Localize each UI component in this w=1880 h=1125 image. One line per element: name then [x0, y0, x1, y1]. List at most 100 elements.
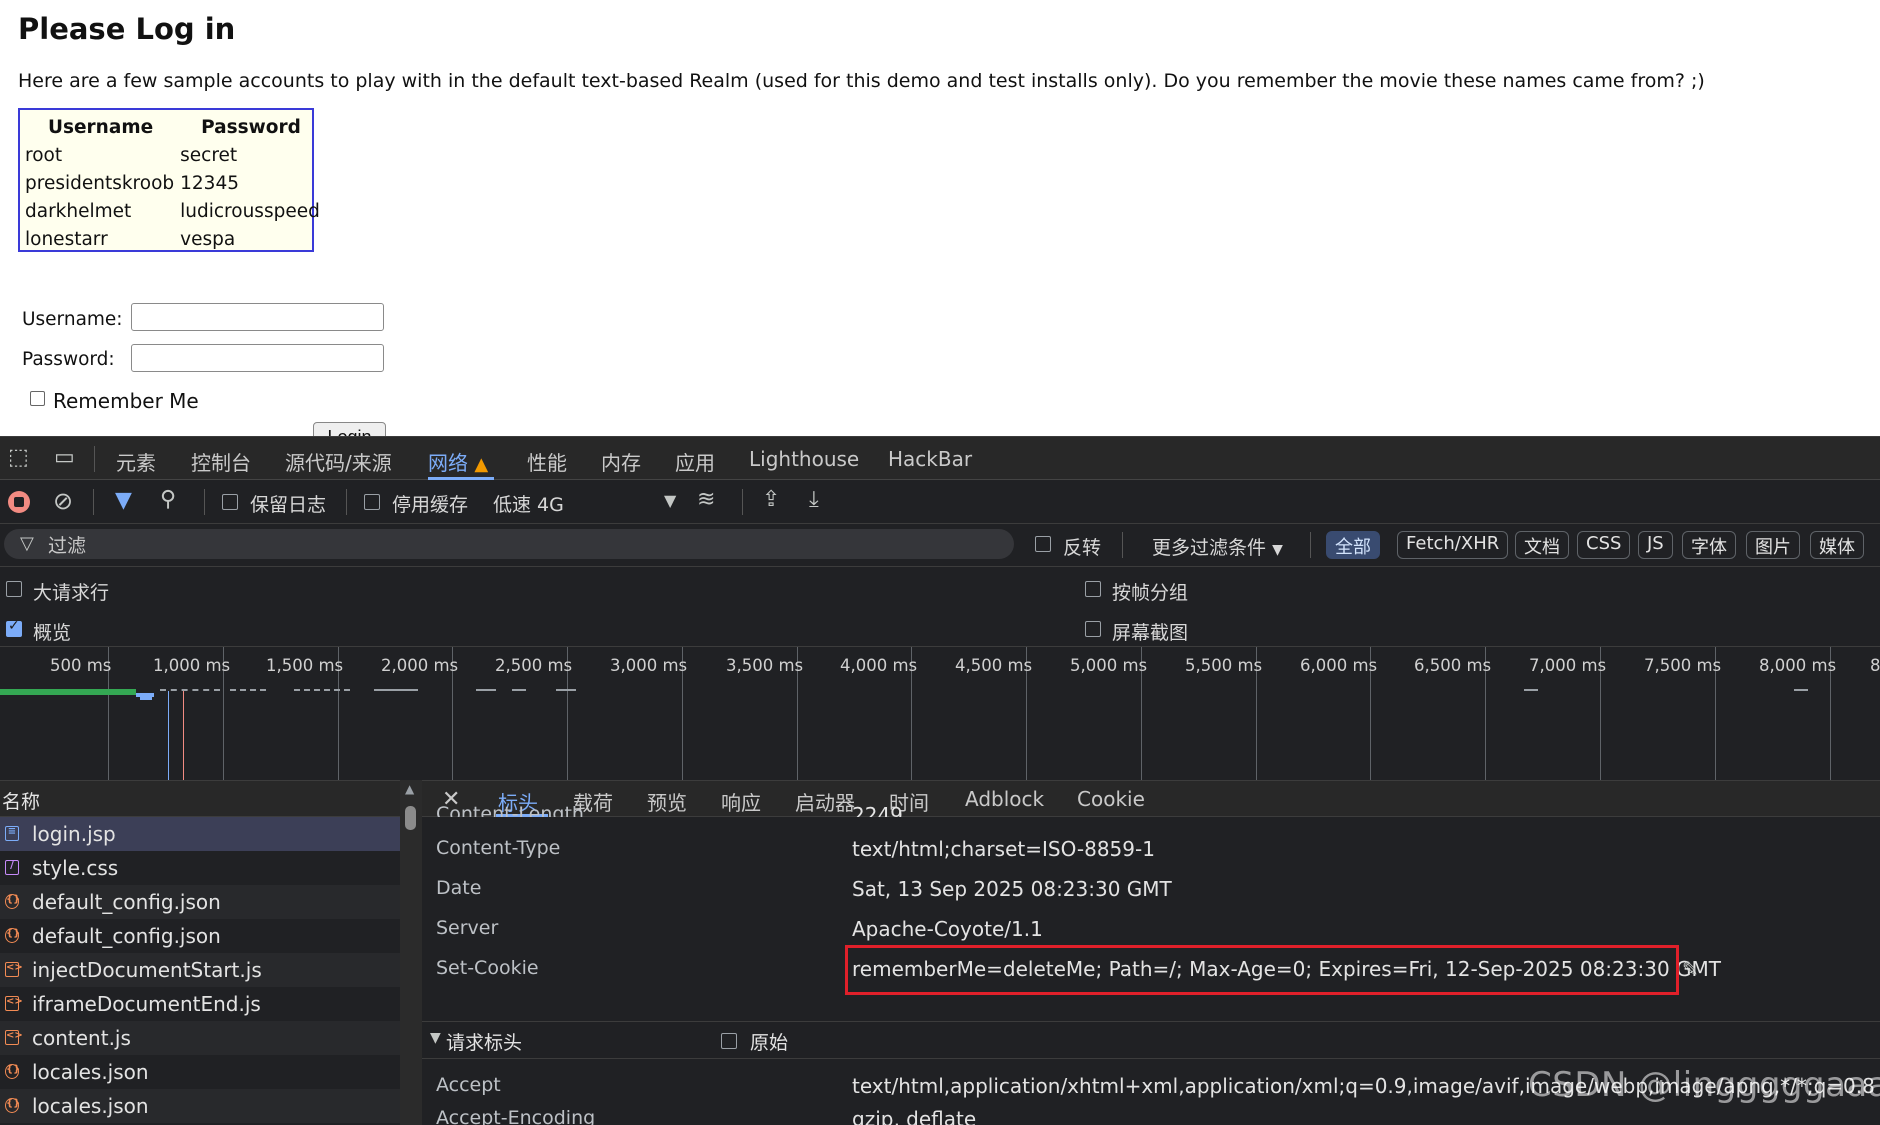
scroll-up-icon[interactable]: ▲: [405, 782, 414, 796]
request-row[interactable]: <> injectDocumentStart.js: [0, 953, 400, 987]
request-row[interactable]: {} default_config.json: [0, 919, 400, 953]
request-list-header[interactable]: 名称: [0, 781, 400, 817]
tab-adblock[interactable]: Adblock: [965, 787, 1044, 811]
more-filters-dropdown[interactable]: 更多过滤条件 ▼: [1152, 533, 1283, 560]
tab-network[interactable]: 网络 ▲: [428, 447, 488, 476]
raw-headers-checkbox[interactable]: [721, 1033, 737, 1049]
tab-console[interactable]: 控制台: [191, 447, 251, 476]
username-input[interactable]: [131, 303, 384, 331]
table-cell-username: lonestarr: [25, 228, 108, 250]
json-icon: {}: [5, 1098, 20, 1113]
preserve-log-label: 保留日志: [250, 494, 327, 516]
throttle-select[interactable]: 低速 4G: [493, 490, 564, 517]
scroll-clip: [422, 817, 1880, 828]
tab-preview[interactable]: 预览: [647, 787, 687, 816]
separator: [1310, 532, 1311, 558]
clear-icon[interactable]: ⊘: [53, 489, 73, 513]
timeline-tick-label: 1,500 ms: [266, 656, 344, 675]
tab-lighthouse[interactable]: Lighthouse: [749, 447, 859, 471]
timeline-tick-label: 4,000 ms: [840, 656, 918, 675]
table-cell-password: secret: [180, 144, 238, 166]
screenshots-checkbox[interactable]: [1085, 621, 1101, 637]
record-stop-icon[interactable]: [8, 491, 30, 513]
preserve-log-checkbox[interactable]: [222, 494, 238, 510]
request-row[interactable]: <> iframeDocumentEnd.js: [0, 987, 400, 1021]
detail-tab-bar: ✕ 标头 载荷 预览 响应 启动器 时间 Adblock Cookie: [422, 781, 1880, 817]
warning-icon: ▲: [474, 454, 489, 475]
json-icon: {}: [5, 894, 20, 909]
filter-input[interactable]: ▽ 过滤: [4, 529, 1014, 559]
large-rows-checkbox[interactable]: [6, 581, 22, 597]
tab-sources[interactable]: 源代码/来源: [285, 447, 392, 476]
table-cell-username: darkhelmet: [25, 200, 132, 222]
disable-cache-checkbox[interactable]: [364, 494, 380, 510]
type-filter-js[interactable]: JS: [1638, 531, 1673, 559]
table-row: presidentskroob 12345: [23, 169, 324, 197]
timeline-tick-label: 7,000 ms: [1529, 656, 1607, 675]
type-filter-doc[interactable]: 文档: [1515, 531, 1569, 559]
waterfall-bar: [160, 689, 220, 693]
inspect-element-icon[interactable]: ⬚: [8, 446, 29, 470]
timeline-tick-label: 2,500 ms: [495, 656, 573, 675]
timeline-tick-label: 5,500 ms: [1185, 656, 1263, 675]
search-icon[interactable]: ⚲: [160, 488, 176, 512]
type-filter-css[interactable]: CSS: [1577, 531, 1631, 559]
login-button[interactable]: Login: [313, 422, 386, 436]
request-row[interactable]: {} locales.json: [0, 1089, 400, 1123]
device-toolbar-icon[interactable]: ▭: [54, 446, 75, 470]
request-row[interactable]: / style.css: [0, 851, 400, 885]
timeline-overview[interactable]: 500 ms 1,000 ms 1,500 ms 2,000 ms 2,500 …: [0, 646, 1880, 780]
password-input[interactable]: [131, 344, 384, 372]
network-conditions-icon[interactable]: ≋: [697, 488, 715, 512]
timeline-tick-label: 8,000 ms: [1759, 656, 1837, 675]
type-filter-font[interactable]: 字体: [1682, 531, 1736, 559]
tab-memory[interactable]: 内存: [601, 447, 641, 476]
separator: [94, 446, 95, 472]
header-value: Apache-Coyote/1.1: [852, 917, 1043, 941]
edit-icon[interactable]: ✎: [1682, 957, 1699, 981]
request-row-login-jsp[interactable]: ≡ login.jsp: [0, 817, 400, 851]
request-row[interactable]: {} locales.json: [0, 1055, 400, 1089]
triangle-down-icon: ▼: [430, 1030, 441, 1046]
tab-cookies[interactable]: Cookie: [1077, 787, 1145, 811]
request-list-scrollbar[interactable]: ▲: [400, 780, 422, 1125]
request-name: login.jsp: [32, 822, 116, 846]
request-name: content.js: [32, 1026, 131, 1050]
type-filter-fetch-xhr[interactable]: Fetch/XHR: [1397, 531, 1509, 559]
devtools-panel: ⬚ ▭ 元素 控制台 源代码/来源 网络 ▲ 性能 内存 应用 Lighthou…: [0, 436, 1880, 1125]
type-filter-media[interactable]: 媒体: [1810, 531, 1864, 559]
tab-hackbar[interactable]: HackBar: [888, 447, 972, 471]
type-filter-img[interactable]: 图片: [1746, 531, 1800, 559]
request-headers-section-header[interactable]: ▼ 请求标头 原始: [422, 1021, 1880, 1059]
timeline-tick-label: 7,500 ms: [1644, 656, 1722, 675]
filter-icon[interactable]: ▼: [115, 489, 132, 513]
network-toolbar: ⊘ ▼ ⚲ 保留日志 停用缓存 低速 4G ▼ ≋ ⇪ ⤓: [0, 480, 1880, 524]
chevron-down-icon[interactable]: ▼: [664, 489, 676, 513]
tab-initiator[interactable]: 启动器: [795, 787, 855, 816]
separator: [93, 489, 94, 515]
request-row[interactable]: <> content.js: [0, 1021, 400, 1055]
remember-me-checkbox[interactable]: [30, 391, 45, 406]
tab-elements[interactable]: 元素: [116, 447, 156, 476]
sample-accounts-table: Username Password root secret presidents…: [18, 108, 320, 252]
request-row[interactable]: {} default_config.json: [0, 885, 400, 919]
download-icon[interactable]: ⤓: [809, 488, 819, 512]
invert-checkbox[interactable]: [1035, 536, 1051, 552]
tab-response[interactable]: 响应: [721, 787, 761, 816]
header-name: Date: [436, 877, 482, 899]
timeline-tick-label: 6,500 ms: [1414, 656, 1492, 675]
overview-checkbox[interactable]: [6, 618, 22, 637]
group-by-frame-checkbox[interactable]: [1085, 581, 1101, 597]
invert-label: 反转: [1063, 537, 1102, 559]
separator: [204, 489, 205, 515]
tab-application[interactable]: 应用: [675, 447, 715, 476]
request-name: injectDocumentStart.js: [32, 958, 262, 982]
filter-icon: ▽: [20, 533, 34, 554]
header-name: Accept-Encoding: [436, 1107, 596, 1125]
type-filter-all[interactable]: 全部: [1326, 531, 1380, 559]
json-icon: {}: [5, 928, 20, 943]
scrollbar-thumb[interactable]: [405, 806, 416, 830]
upload-icon[interactable]: ⇪: [762, 488, 780, 512]
waterfall-bar-login-jsp: [0, 689, 136, 695]
tab-performance[interactable]: 性能: [527, 447, 567, 476]
